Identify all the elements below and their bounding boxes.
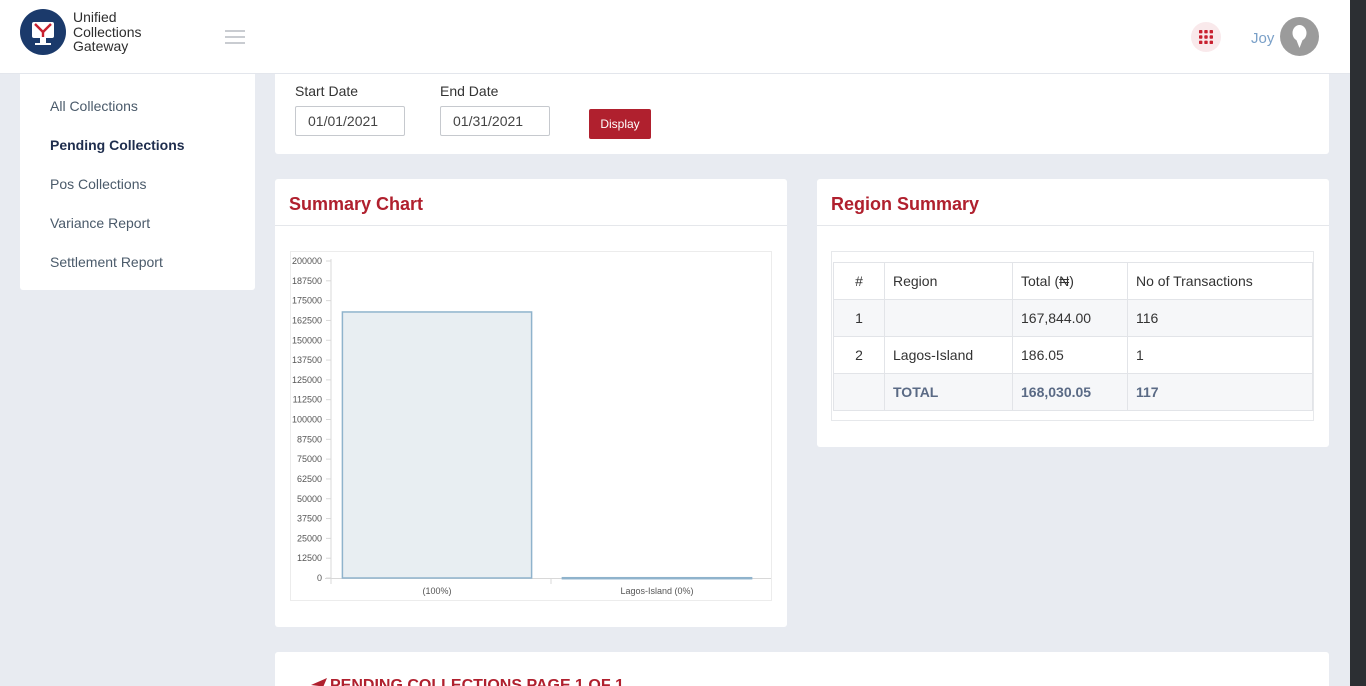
app-logo[interactable]: Unified Collections Gateway — [20, 9, 141, 55]
y-tick-label: 25000 — [297, 533, 322, 543]
table-cell: 186.05 — [1012, 336, 1128, 374]
y-tick-label: 12500 — [297, 553, 322, 563]
y-tick-label: 187500 — [292, 276, 322, 286]
table-cell: 2 — [833, 336, 885, 374]
send-icon — [311, 678, 327, 686]
y-tick-label: 75000 — [297, 454, 322, 464]
avatar[interactable] — [1280, 17, 1319, 56]
summary-chart-title: Summary Chart — [289, 194, 424, 214]
table-cell: TOTAL — [884, 373, 1013, 411]
table-cell: 167,844.00 — [1012, 299, 1128, 337]
user-name[interactable]: Joy — [1251, 30, 1274, 47]
sidebar-item-settlement-report[interactable]: Settlement Report — [50, 254, 163, 270]
end-date-label: End Date — [440, 83, 499, 99]
x-tick-label: (100%) — [422, 586, 451, 596]
region-table-wrapper: # Region Total (₦) No of Transactions 1 … — [831, 251, 1314, 421]
apps-grid-icon[interactable] — [1191, 22, 1221, 52]
sidebar-item-pos-collections[interactable]: Pos Collections — [50, 176, 147, 192]
menu-toggle-icon[interactable] — [225, 30, 245, 44]
y-tick-label: 87500 — [297, 434, 322, 444]
y-tick-label: 37500 — [297, 514, 322, 524]
y-tick-label: 137500 — [292, 355, 322, 365]
y-tick-label: 62500 — [297, 474, 322, 484]
region-summary-title: Region Summary — [831, 194, 980, 214]
table-cell: 168,030.05 — [1012, 373, 1128, 411]
end-date-input[interactable] — [440, 106, 550, 136]
y-tick-label: 162500 — [292, 315, 322, 325]
column-header: Region — [884, 262, 1013, 300]
sidebar-item-pending-collections[interactable]: Pending Collections — [50, 137, 185, 153]
table-cell: 116 — [1127, 299, 1313, 337]
summary-bar-chart: 0 12500 25000 37500 50000 62500 75000 87500 1000… — [290, 251, 772, 601]
x-tick-label: Lagos-Island (0%) — [620, 586, 693, 596]
date-filter-card: Start Date End Date Display — [275, 74, 1329, 154]
logo-line: Gateway — [73, 38, 129, 55]
divider — [817, 225, 1329, 226]
y-tick-label: 150000 — [292, 335, 322, 345]
display-button[interactable]: Display — [589, 109, 651, 139]
start-date-input[interactable] — [295, 106, 405, 136]
pending-collections-card: PENDING COLLECTIONS PAGE 1 OF 1 — [275, 652, 1329, 686]
table-row: 2 Lagos-Island 186.05 1 — [833, 336, 1313, 374]
table-cell: Lagos-Island — [884, 336, 1013, 374]
y-tick-label: 125000 — [292, 375, 322, 385]
chart-bar — [561, 576, 753, 580]
region-summary-table: # Region Total (₦) No of Transactions 1 … — [833, 262, 1313, 411]
table-row: 1 167,844.00 116 — [833, 299, 1313, 337]
sidebar-item-all-collections[interactable]: All Collections — [50, 98, 138, 114]
table-cell: 1 — [1127, 336, 1313, 374]
sidebar: All Collections Pending Collections Pos … — [20, 74, 255, 290]
logo-badge-icon — [20, 9, 66, 55]
logo-line: Collections — [73, 23, 142, 40]
table-header-row: # Region Total (₦) No of Transactions — [833, 262, 1313, 300]
column-header: # — [833, 262, 885, 300]
pending-collections-title: PENDING COLLECTIONS PAGE 1 OF 1 — [330, 677, 624, 686]
y-tick-label: 175000 — [292, 296, 322, 306]
column-header: No of Transactions — [1127, 262, 1313, 300]
summary-chart-card: Summary Chart 0 12500 25000 37500 50000 62500… — [275, 179, 787, 627]
y-tick-label: 200000 — [292, 256, 322, 266]
y-tick-label: 50000 — [297, 494, 322, 504]
region-summary-card: Region Summary # Region Total (₦) No of … — [817, 179, 1329, 447]
table-cell — [884, 299, 1013, 337]
column-header: Total (₦) — [1012, 262, 1128, 300]
top-bar: Unified Collections Gateway Joy — [0, 0, 1350, 74]
table-cell: 117 — [1127, 373, 1313, 411]
table-total-row: TOTAL 168,030.05 117 — [833, 373, 1313, 411]
start-date-label: Start Date — [295, 83, 359, 99]
divider — [275, 225, 787, 226]
logo-line: Unified — [73, 9, 117, 26]
table-cell — [833, 373, 885, 411]
sidebar-item-variance-report[interactable]: Variance Report — [50, 215, 150, 231]
logo-text: Unified Collections Gateway — [73, 10, 141, 54]
y-tick-label: 112500 — [293, 395, 322, 405]
chart-bar — [341, 311, 533, 579]
y-tick-label: 100000 — [292, 415, 322, 425]
chart-canvas: 0 12500 25000 37500 50000 62500 75000 87500 1000… — [292, 256, 771, 596]
y-tick-label: 0 — [317, 573, 322, 583]
page-scrollbar[interactable] — [1350, 0, 1366, 686]
table-cell: 1 — [833, 299, 885, 337]
